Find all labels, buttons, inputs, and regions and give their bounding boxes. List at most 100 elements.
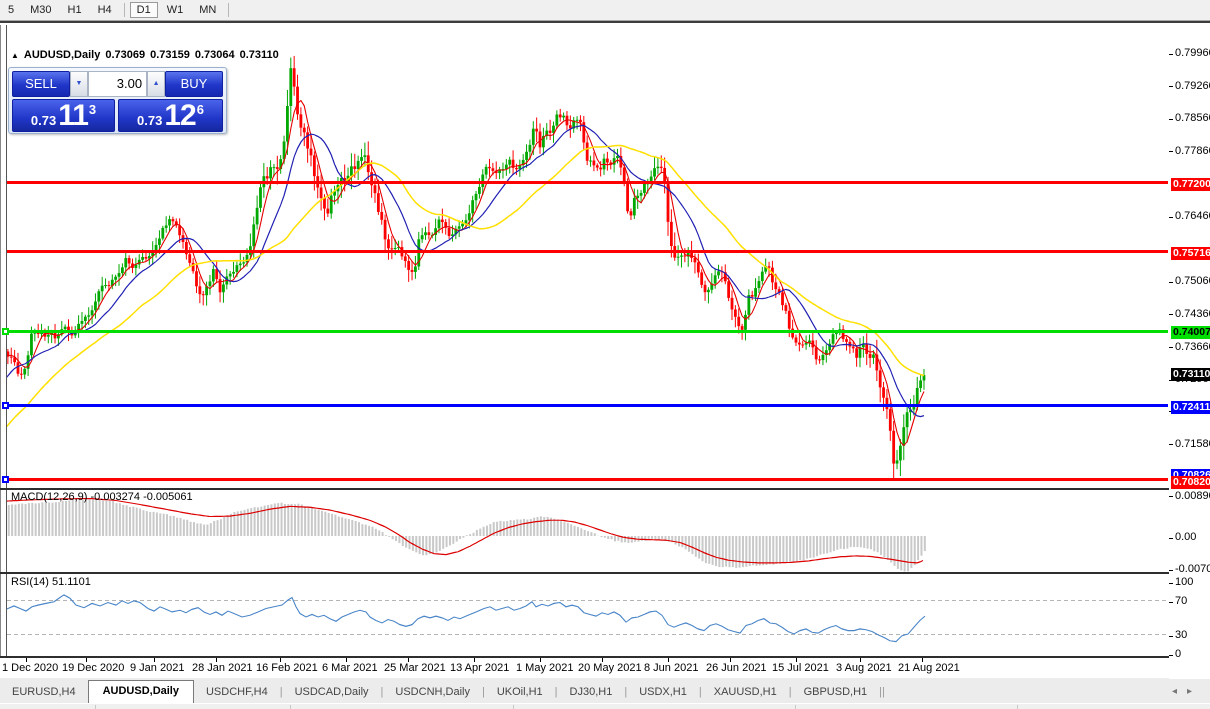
- price-axis-tick: [1169, 54, 1173, 55]
- rsi-name: RSI(14): [11, 576, 49, 588]
- price-axis-label: 0.71580: [1175, 438, 1210, 450]
- date-axis-label: 20 May 2021: [578, 662, 642, 674]
- rsi-axis-30-tick: [1169, 636, 1173, 637]
- price-axis[interactable]: 0.799600.792600.785600.778600.764600.750…: [1169, 25, 1210, 679]
- rsi-value: 51.1101: [52, 576, 91, 588]
- rsi-axis-100: 100: [1175, 576, 1193, 588]
- toolbar-separator: [124, 3, 125, 17]
- timeframe-button-d1[interactable]: D1: [130, 2, 158, 18]
- date-axis-label: 15 Jul 2021: [772, 662, 829, 674]
- divider-main-macd[interactable]: [0, 488, 1210, 490]
- chart-tab-bar: EURUSD,H4AUDUSD,DailyUSDCHF,H4 | USDCAD,Da…: [0, 678, 1210, 703]
- price-axis-tick: [1169, 444, 1173, 445]
- date-axis-label: 9 Jan 2021: [130, 662, 184, 674]
- chart-title: ▲AUDUSD,Daily0.730690.731590.730640.7311…: [11, 49, 284, 61]
- date-axis-label: 19 Dec 2020: [62, 662, 124, 674]
- timeframe-button-m30[interactable]: M30: [23, 2, 58, 18]
- date-axis-label: 21 Aug 2021: [898, 662, 960, 674]
- price-axis-tick: [1169, 119, 1173, 120]
- rsi-axis-0-tick: [1169, 655, 1173, 656]
- one-click-trade-panel: SELL ▼ 3.00 ▲ BUY 0.73 11 3 0.73 12 6: [8, 67, 227, 134]
- status-divider: [795, 705, 796, 709]
- status-strip: [0, 703, 1210, 709]
- price-badge-0.73110: 0.73110: [1171, 368, 1210, 381]
- macd-axis-min-tick: [1169, 570, 1173, 571]
- rsi-panel-canvas: [7, 574, 1168, 656]
- chart-tab-xauusd-h1[interactable]: XAUUSD,H1: [702, 682, 789, 703]
- chart-tab-audusd-daily[interactable]: AUDUSD,Daily: [88, 680, 194, 703]
- volume-decrease-button[interactable]: ▼: [70, 71, 88, 97]
- tab-separator: |: [882, 686, 885, 703]
- toolbar-separator: [228, 3, 229, 17]
- timeframe-button-5[interactable]: 5: [1, 2, 21, 18]
- macd-name: MACD(12,26,9): [11, 491, 87, 503]
- date-axis-label: 26 Jun 2021: [706, 662, 767, 674]
- timeframe-button-h4[interactable]: H4: [91, 2, 119, 18]
- chart-tab-ukoil-h1[interactable]: UKOil,H1: [485, 682, 555, 703]
- volume-increase-button[interactable]: ▲: [147, 71, 165, 97]
- timeframe-toolbar: 5M30H1H4 D1W1MN: [0, 0, 1210, 21]
- ohlc-close: 0.73110: [240, 49, 279, 61]
- date-axis-label: 1 May 2021: [516, 662, 573, 674]
- chart-tab-dj30-h1[interactable]: DJ30,H1: [558, 682, 625, 703]
- price-axis-label: 0.79960: [1175, 47, 1210, 59]
- sell-price-button[interactable]: 0.73 11 3: [12, 99, 115, 132]
- price-badge-0.77200: 0.77200: [1171, 178, 1210, 191]
- date-axis-label: 6 Mar 2021: [322, 662, 378, 674]
- date-axis-label: 3 Aug 2021: [836, 662, 892, 674]
- hline-support-0.72411[interactable]: [7, 404, 1168, 407]
- chart-tab-gbpusd-h1[interactable]: GBPUSD,H1: [792, 682, 880, 703]
- volume-input[interactable]: 3.00: [88, 71, 147, 97]
- sell-button[interactable]: SELL: [12, 71, 70, 97]
- divider-macd-rsi[interactable]: [0, 572, 1210, 574]
- status-divider: [290, 705, 291, 709]
- date-axis-label: 16 Feb 2021: [256, 662, 318, 674]
- date-axis-label: 25 Mar 2021: [384, 662, 446, 674]
- chart-window: ▲AUDUSD,Daily0.730690.731590.730640.7311…: [0, 21, 1210, 678]
- date-axis-label: 8 Jun 2021: [644, 662, 698, 674]
- chart-tab-usdcad-daily[interactable]: USDCAD,Daily: [283, 682, 381, 703]
- hline-support-0.74007[interactable]: [7, 330, 1168, 333]
- hline-handle-support-0.74007[interactable]: [2, 328, 9, 335]
- rsi-axis-100-tick: [1169, 583, 1173, 584]
- buy-price-point: 6: [197, 102, 204, 117]
- buy-price-prefix: 0.73: [137, 113, 162, 128]
- timeframe-button-h1[interactable]: H1: [61, 2, 89, 18]
- macd-axis-zero: 0.00: [1175, 531, 1196, 543]
- status-divider: [1017, 705, 1018, 709]
- buy-price-pips: 12: [164, 101, 195, 131]
- price-axis-label: 0.78560: [1175, 112, 1210, 124]
- price-badge-0.72411: 0.72411: [1171, 401, 1210, 414]
- ohlc-high: 0.73159: [150, 49, 190, 61]
- status-divider: [95, 705, 96, 709]
- date-axis[interactable]: 1 Dec 202019 Dec 20209 Jan 202128 Jan 20…: [0, 658, 1168, 680]
- price-axis-label: 0.76460: [1175, 210, 1210, 222]
- hline-resistance-0.77200[interactable]: [7, 181, 1168, 184]
- chart-tab-eurusd-h4[interactable]: EURUSD,H4: [0, 682, 88, 703]
- hline-handle-support-0.72411[interactable]: [2, 402, 9, 409]
- buy-button[interactable]: BUY: [165, 71, 223, 97]
- price-badge-0.70820: 0.70820: [1171, 476, 1210, 489]
- price-axis-label: 0.73660: [1175, 341, 1210, 353]
- ohlc-low: 0.73064: [195, 49, 235, 61]
- rsi-label: RSI(14) 51.1101: [11, 576, 91, 588]
- timeframe-button-mn[interactable]: MN: [192, 2, 223, 18]
- price-axis-tick: [1169, 151, 1173, 152]
- terminal-window: 5M30H1H4D1W1MN ▲AUDUSD,Daily0.730690.731…: [0, 0, 1210, 709]
- hline-support-0.70820[interactable]: [7, 478, 1168, 481]
- timeframe-button-w1[interactable]: W1: [160, 2, 191, 18]
- rsi-axis-30: 30: [1175, 629, 1187, 641]
- chart-tab-usdcnh-daily[interactable]: USDCNH,Daily: [383, 682, 482, 703]
- price-badge-0.74007: 0.74007: [1171, 326, 1210, 339]
- buy-price-button[interactable]: 0.73 12 6: [118, 99, 223, 132]
- price-axis-tick: [1169, 86, 1173, 87]
- symbol-marker-icon: ▲: [11, 51, 19, 60]
- rsi-axis-70-tick: [1169, 602, 1173, 603]
- macd-label: MACD(12,26,9) -0.003274 -0.005061: [11, 491, 193, 503]
- price-axis-label: 0.74360: [1175, 308, 1210, 320]
- hline-handle-support-0.70826[interactable]: [2, 476, 9, 483]
- hline-resistance-0.75716[interactable]: [7, 250, 1168, 253]
- tab-scroll-arrows[interactable]: ◂▸: [1172, 686, 1210, 703]
- chart-tab-usdchf-h4[interactable]: USDCHF,H4: [194, 682, 280, 703]
- chart-tab-usdx-h1[interactable]: USDX,H1: [627, 682, 699, 703]
